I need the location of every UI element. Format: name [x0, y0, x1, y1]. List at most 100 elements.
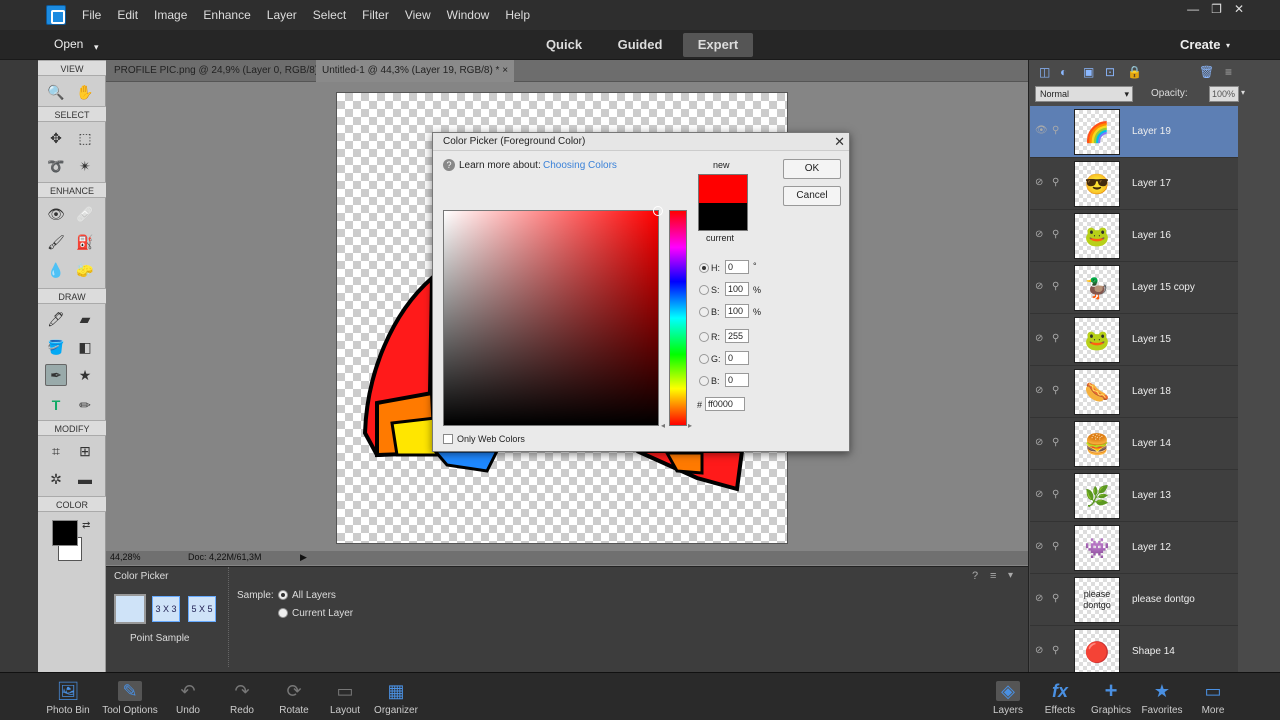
tab-quick[interactable]: Quick	[534, 33, 594, 57]
link-icon[interactable]: ⚲	[1052, 281, 1059, 292]
brush-tool-icon[interactable]: 🖊	[45, 308, 67, 330]
tab-expert[interactable]: Expert	[683, 33, 753, 57]
layer-row[interactable]: ⊘ ⚲ 😎 Layer 17	[1030, 158, 1238, 210]
collapse-icon[interactable]: ▾	[1008, 570, 1013, 581]
sponge-tool-icon[interactable]: 🧽	[74, 259, 96, 281]
new-layer-icon[interactable]: ◫	[1039, 65, 1050, 79]
minimize-button[interactable]: —	[1187, 2, 1199, 16]
layer-row[interactable]: 👁 ⚲ 🌈 Layer 19	[1030, 106, 1238, 158]
menu-edit[interactable]: Edit	[109, 8, 146, 22]
pencil-tool-icon[interactable]: ✏	[74, 394, 96, 416]
eye-hidden-icon[interactable]: ⊘	[1035, 385, 1043, 396]
eye-hidden-icon[interactable]: ⊘	[1035, 437, 1043, 448]
move-tool-icon[interactable]: ✥	[45, 127, 67, 149]
menu-file[interactable]: File	[74, 8, 109, 22]
layers-button[interactable]: ◈ Layers	[978, 673, 1038, 720]
tab-guided[interactable]: Guided	[608, 33, 672, 57]
eye-hidden-icon[interactable]: ⊘	[1035, 333, 1043, 344]
menu-layer[interactable]: Layer	[259, 8, 305, 22]
red-eye-tool-icon[interactable]: 👁	[45, 203, 67, 225]
blend-mode-select[interactable]: Normal ▾	[1035, 86, 1133, 102]
current-color-swatch[interactable]	[698, 203, 748, 231]
blue-field[interactable]: 0	[725, 373, 749, 387]
only-web-colors-checkbox[interactable]	[443, 434, 453, 444]
eraser-tool-icon[interactable]: ▰	[74, 308, 96, 330]
menu-enhance[interactable]: Enhance	[195, 8, 258, 22]
zoom-level[interactable]: 44,28%	[110, 552, 141, 562]
more-button[interactable]: ▭ More	[1183, 673, 1243, 720]
delete-layer-icon[interactable]: 🗑	[1199, 65, 1214, 79]
redo-button[interactable]: ↷ Redo	[212, 673, 272, 720]
crop-tool-icon[interactable]: ⌗	[45, 440, 67, 462]
close-window-button[interactable]: ✕	[1234, 2, 1244, 16]
menu-image[interactable]: Image	[146, 8, 195, 22]
clone-stamp-tool-icon[interactable]: ⛽	[74, 231, 96, 253]
eyedropper-tool-icon[interactable]: ✒	[45, 364, 67, 386]
shape-tool-icon[interactable]: ★	[74, 364, 96, 386]
ok-button[interactable]: OK	[783, 159, 841, 179]
menu-filter[interactable]: Filter	[354, 8, 397, 22]
adjustment-layer-icon[interactable]: ◐	[1060, 65, 1067, 79]
options-menu-icon[interactable]: ≡	[990, 570, 996, 582]
sample-5x5-button[interactable]: 5 X 5	[188, 596, 216, 622]
link-icon[interactable]: ⚲	[1052, 333, 1059, 344]
red-field[interactable]: 255	[725, 329, 749, 343]
close-tab-icon[interactable]: ×	[502, 65, 508, 76]
foreground-color-swatch[interactable]	[52, 520, 78, 546]
link-icon[interactable]: ⚲	[1052, 385, 1059, 396]
open-button[interactable]: Open	[54, 37, 83, 51]
blur-tool-icon[interactable]: 💧	[45, 259, 67, 281]
layer-row[interactable]: ⊘ ⚲ 🐸 Layer 16	[1030, 210, 1238, 262]
opacity-field[interactable]: 100%	[1209, 86, 1239, 102]
link-icon[interactable]: ⚲	[1052, 489, 1059, 500]
eye-hidden-icon[interactable]: ⊘	[1035, 489, 1043, 500]
tool-options-button[interactable]: ✎ Tool Options	[100, 673, 160, 720]
green-field[interactable]: 0	[725, 351, 749, 365]
saturation-field[interactable]: 100	[725, 282, 749, 296]
straighten-tool-icon[interactable]: ▬	[74, 468, 96, 490]
hue-slider[interactable]	[669, 210, 687, 426]
help-icon[interactable]: ?	[972, 570, 978, 582]
radio-current-layer[interactable]: Current Layer	[278, 608, 353, 619]
layer-row[interactable]: ⊘ ⚲ 🐸 Layer 15	[1030, 314, 1238, 366]
panel-menu-icon[interactable]: ≡	[1225, 65, 1232, 79]
eye-hidden-icon[interactable]: ⊘	[1035, 177, 1043, 188]
lasso-tool-icon[interactable]: ➰	[45, 155, 67, 177]
doc-tab-untitled[interactable]: Untitled-1 @ 44,3% (Layer 19, RGB/8) * ×	[316, 60, 515, 82]
menu-help[interactable]: Help	[497, 8, 538, 22]
paint-bucket-tool-icon[interactable]: 🪣	[45, 336, 67, 358]
organizer-button[interactable]: ▦ Organizer	[366, 673, 426, 720]
eye-hidden-icon[interactable]: ⊘	[1035, 593, 1043, 604]
layer-row[interactable]: ⊘ ⚲ 🔴 Shape 14	[1030, 626, 1238, 672]
status-arrow-icon[interactable]: ▶	[300, 552, 307, 563]
maximize-button[interactable]: ❐	[1211, 2, 1222, 16]
color-picker-cursor[interactable]	[653, 206, 663, 216]
hand-tool-icon[interactable]: ✋	[74, 81, 96, 103]
link-icon[interactable]: ⚲	[1052, 645, 1059, 656]
saturation-brightness-field[interactable]	[443, 206, 663, 426]
smart-brush-tool-icon[interactable]: 🖌	[45, 231, 67, 253]
marquee-tool-icon[interactable]: ⬚	[74, 127, 96, 149]
link-icon[interactable]: ⚲	[1052, 125, 1059, 136]
chevron-down-icon[interactable]: ▾	[1241, 88, 1245, 97]
lock-transparency-icon[interactable]: ⊡	[1105, 65, 1115, 79]
photo-bin-button[interactable]: 🖼 Photo Bin	[38, 673, 98, 720]
link-icon[interactable]: ⚲	[1052, 541, 1059, 552]
brightness-field[interactable]: 100	[725, 304, 749, 318]
doc-tab-profile[interactable]: PROFILE PIC.png @ 24,9% (Layer 0, RGB/8)…	[108, 60, 333, 82]
layer-row[interactable]: ⊘ ⚲ 👾 Layer 12	[1030, 522, 1238, 574]
layer-row[interactable]: ⊘ ⚲ 🍔 Layer 14	[1030, 418, 1238, 470]
layer-mask-icon[interactable]: ▣	[1083, 65, 1094, 79]
menu-view[interactable]: View	[397, 8, 439, 22]
eye-hidden-icon[interactable]: ⊘	[1035, 645, 1043, 656]
type-tool-icon[interactable]: T	[45, 394, 67, 416]
eye-icon[interactable]: 👁	[1035, 125, 1048, 136]
eye-hidden-icon[interactable]: ⊘	[1035, 541, 1043, 552]
choosing-colors-link[interactable]: Choosing Colors	[543, 160, 617, 171]
hue-slider-handle-right[interactable]: ▸	[688, 421, 692, 430]
hex-field[interactable]: ff0000	[705, 397, 745, 411]
point-sample-button[interactable]	[114, 594, 146, 624]
eye-hidden-icon[interactable]: ⊘	[1035, 229, 1043, 240]
link-icon[interactable]: ⚲	[1052, 593, 1059, 604]
link-icon[interactable]: ⚲	[1052, 229, 1059, 240]
